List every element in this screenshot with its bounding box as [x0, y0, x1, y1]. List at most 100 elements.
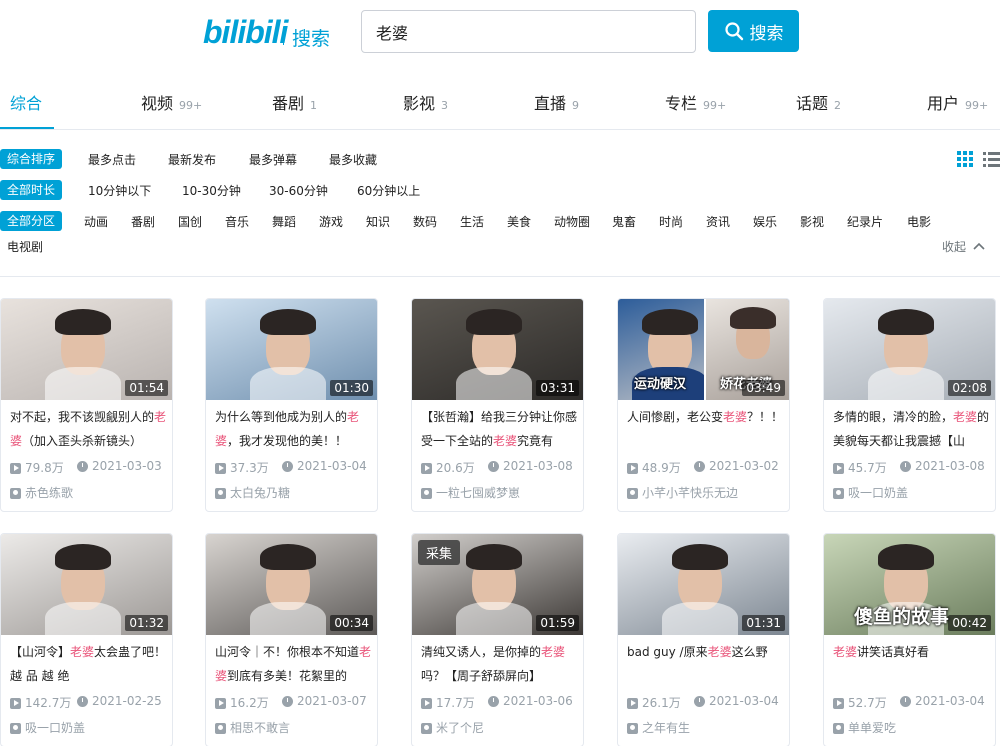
tab-0[interactable]: 综合 [10, 90, 42, 114]
tab-3[interactable]: 影视 3 [403, 90, 448, 114]
uploader[interactable]: 米了个尼 [421, 719, 484, 736]
video-thumbnail[interactable]: 01:31 [618, 534, 789, 635]
zone-filter-option[interactable]: 知识 [366, 213, 390, 230]
uploader[interactable]: 一粒七囤威梦崽 [421, 484, 520, 501]
search-input[interactable] [361, 10, 696, 53]
uploader-icon [627, 723, 638, 734]
tab-6[interactable]: 话题 2 [796, 90, 841, 114]
video-card[interactable]: 03:31 【张哲瀚】给我三分钟让你感受一下全站的老婆究竟有 20.6万 2021-0… [411, 298, 584, 512]
video-card[interactable]: 01:30 为什么等到他成为别人的老婆，我才发现他的美！！ 37.3万 2021-03… [205, 298, 378, 512]
video-card[interactable]: 01:32 【山河令】老婆太会蛊了吧！越 品 越 绝 142.7万 2021-02-2… [0, 533, 173, 746]
video-thumbnail[interactable]: 01:30 [206, 299, 377, 400]
tab-1[interactable]: 视频 99+ [141, 90, 202, 114]
video-thumbnail[interactable]: 02:08 [824, 299, 995, 400]
video-thumbnail[interactable]: 运动硬汉娇花老婆03:49 [618, 299, 789, 400]
video-thumbnail[interactable]: 03:31 [412, 299, 583, 400]
play-count-icon [421, 698, 432, 709]
video-thumbnail[interactable]: 01:32 [1, 534, 172, 635]
video-card[interactable]: 采集 01:59 清纯又诱人，是你掉的老婆吗？【周子舒舔屏向】 17.7万 2021-0… [411, 533, 584, 746]
zone-filter-option[interactable]: 美食 [507, 213, 531, 230]
play-count-icon [10, 698, 21, 709]
zone-filter-option[interactable]: 纪录片 [847, 213, 883, 230]
video-title[interactable]: 为什么等到他成为别人的老婆，我才发现他的美！！ [215, 405, 373, 453]
video-stats: 37.3万 2021-03-04 [215, 459, 375, 475]
zone-filter-option[interactable]: 鬼畜 [612, 213, 636, 230]
search-button[interactable]: 搜索 [708, 10, 799, 52]
video-title[interactable]: 山河令｜不！你根本不知道老婆到底有多美！花絮里的 [215, 640, 373, 688]
tab-7[interactable]: 用户 99+ [927, 90, 988, 114]
order-filter-option[interactable]: 最新发布 [168, 151, 216, 168]
uploader[interactable]: 赤色练歌 [10, 484, 73, 501]
uploader[interactable]: 小芊小芊快乐无边 [627, 484, 738, 501]
zone-filter-option[interactable]: 影视 [800, 213, 824, 230]
play-count: 48.9万 [642, 461, 681, 475]
title-text: 为什么等到他成为别人的 [215, 410, 348, 424]
zone-filter-option[interactable]: 数码 [413, 213, 437, 230]
uploader[interactable]: 之年有生 [627, 719, 690, 736]
zone-filter-selected[interactable]: 全部分区 [0, 211, 63, 231]
video-title[interactable]: 【山河令】老婆太会蛊了吧！越 品 越 绝 [10, 640, 168, 688]
zone-filter-option[interactable]: 游戏 [319, 213, 343, 230]
uploader[interactable]: 吸一口奶盖 [833, 484, 908, 501]
video-card[interactable]: 01:31 bad guy /原来老婆这么野 26.1万 2021-03-04 之年有生 [617, 533, 790, 746]
video-card[interactable]: 02:08 多情的眼，清冷的脸，老婆的美貌每天都让我震撼【山 45.7万 2021-0… [823, 298, 996, 512]
zone-filter-option[interactable]: 电视剧 [7, 238, 43, 255]
video-title[interactable]: 多情的眼，清冷的脸，老婆的美貌每天都让我震撼【山 [833, 405, 991, 453]
zone-filter-option[interactable]: 舞蹈 [272, 213, 296, 230]
duration-filter-option[interactable]: 10-30分钟 [182, 182, 241, 199]
video-card[interactable]: 傻鱼的故事 00:42 老婆讲笑话真好看 52.7万 2021-03-04 单单爱吃 [823, 533, 996, 746]
uploader[interactable]: 太白兔乃糖 [215, 484, 290, 501]
collapse-filters-button[interactable]: 收起 [942, 238, 985, 255]
uploader-icon [421, 723, 432, 734]
title-text: 究竟有 [517, 434, 554, 448]
order-filter-option[interactable]: 最多收藏 [329, 151, 377, 168]
title-text: 人间惨剧，老公变 [627, 410, 724, 424]
tab-5[interactable]: 专栏 99+ [665, 90, 726, 114]
zone-filter-option[interactable]: 娱乐 [753, 213, 777, 230]
zone-filter-option[interactable]: 国创 [178, 213, 202, 230]
upload-date: 2021-03-03 [92, 459, 162, 473]
video-title[interactable]: 老婆讲笑话真好看 [833, 640, 991, 688]
video-title[interactable]: bad guy /原来老婆这么野 [627, 640, 785, 688]
order-filter-option[interactable]: 最多点击 [88, 151, 136, 168]
list-view-icon[interactable] [983, 151, 1000, 167]
uploader[interactable]: 单单爱吃 [833, 719, 896, 736]
order-filter-selected[interactable]: 综合排序 [0, 149, 63, 169]
order-filter-option[interactable]: 最多弹幕 [249, 151, 297, 168]
video-duration: 01:32 [125, 615, 168, 631]
tab-2[interactable]: 番剧 1 [272, 90, 317, 114]
title-text: 对不起，我不该觊觎别人的 [10, 410, 155, 424]
uploader[interactable]: 吸一口奶盖 [10, 719, 85, 736]
zone-filter-option[interactable]: 时尚 [659, 213, 683, 230]
video-duration: 01:59 [536, 615, 579, 631]
zone-filter-option[interactable]: 资讯 [706, 213, 730, 230]
zone-filter-option[interactable]: 动画 [84, 213, 108, 230]
video-title[interactable]: 清纯又诱人，是你掉的老婆吗？【周子舒舔屏向】 [421, 640, 579, 688]
duration-filter-option[interactable]: 60分钟以上 [357, 182, 420, 199]
duration-filter-selected[interactable]: 全部时长 [0, 180, 63, 200]
zone-filter-option[interactable]: 电影 [907, 213, 931, 230]
video-thumbnail[interactable]: 00:34 [206, 534, 377, 635]
video-thumbnail[interactable]: 采集 01:59 [412, 534, 583, 635]
video-title[interactable]: 对不起，我不该觊觎别人的老婆（加入歪头杀新镜头） [10, 405, 168, 453]
uploader[interactable]: 相思不敢言 [215, 719, 290, 736]
zone-filter-option[interactable]: 生活 [460, 213, 484, 230]
duration-filter-option[interactable]: 30-60分钟 [269, 182, 328, 199]
video-card[interactable]: 00:34 山河令｜不！你根本不知道老婆到底有多美！花絮里的 16.2万 2021-0… [205, 533, 378, 746]
video-card[interactable]: 运动硬汉娇花老婆03:49 人间惨剧，老公变老婆？！！ 48.9万 2021-03-0… [617, 298, 790, 512]
video-card[interactable]: 01:54 对不起，我不该觊觎别人的老婆（加入歪头杀新镜头） 79.8万 2021-0… [0, 298, 173, 512]
video-thumbnail[interactable]: 01:54 [1, 299, 172, 400]
video-title[interactable]: 人间惨剧，老公变老婆？！！ [627, 405, 785, 453]
tab-4[interactable]: 直播 9 [534, 90, 579, 114]
title-keyword-highlight: 老婆 [953, 410, 978, 424]
bilibili-logo[interactable]: bilibili [203, 14, 288, 51]
clock-icon [488, 696, 499, 707]
video-title[interactable]: 【张哲瀚】给我三分钟让你感受一下全站的老婆究竟有 [421, 405, 579, 453]
upload-date: 2021-03-08 [915, 459, 985, 473]
duration-filter-option[interactable]: 10分钟以下 [88, 182, 151, 199]
zone-filter-option[interactable]: 番剧 [131, 213, 155, 230]
zone-filter-option[interactable]: 音乐 [225, 213, 249, 230]
grid-view-icon[interactable] [957, 151, 973, 167]
video-thumbnail[interactable]: 傻鱼的故事 00:42 [824, 534, 995, 635]
zone-filter-option[interactable]: 动物圈 [554, 213, 590, 230]
